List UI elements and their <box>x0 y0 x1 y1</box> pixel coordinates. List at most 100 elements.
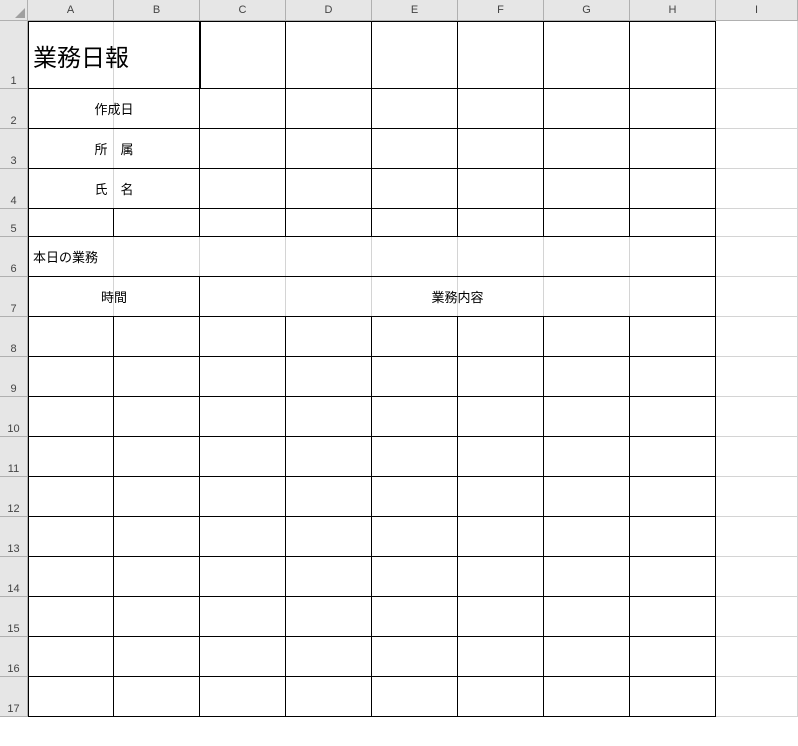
cell-blank-E2[interactable] <box>372 89 458 129</box>
cell-I15[interactable] <box>716 597 798 637</box>
select-all-corner[interactable] <box>0 0 28 21</box>
cell-E11[interactable] <box>372 437 458 477</box>
cell-F15[interactable] <box>458 597 544 637</box>
cell-I7[interactable] <box>716 277 798 317</box>
row-header-12[interactable]: 12 <box>0 477 28 517</box>
cell-header-time[interactable]: 時間 <box>28 277 200 317</box>
cell-F13[interactable] <box>458 517 544 557</box>
cell-G10[interactable] <box>544 397 630 437</box>
row-header-16[interactable]: 16 <box>0 637 28 677</box>
cell-C11[interactable] <box>200 437 286 477</box>
cell-G9[interactable] <box>544 357 630 397</box>
cell-blank-H2[interactable] <box>630 89 716 129</box>
cell-A11[interactable] <box>28 437 114 477</box>
row-header-1[interactable]: 1 <box>0 21 28 89</box>
row-header-8[interactable]: 8 <box>0 317 28 357</box>
cell-A12[interactable] <box>28 477 114 517</box>
cell-D12[interactable] <box>286 477 372 517</box>
cell-C13[interactable] <box>200 517 286 557</box>
cell-E10[interactable] <box>372 397 458 437</box>
cell-E5[interactable] <box>372 209 458 237</box>
cell-A5[interactable] <box>28 209 114 237</box>
cell-B16[interactable] <box>114 637 200 677</box>
cell-blank-G4[interactable] <box>544 169 630 209</box>
cell-I9[interactable] <box>716 357 798 397</box>
cell-label-1[interactable]: 作成日 <box>28 89 200 129</box>
column-header-A[interactable]: A <box>28 0 114 21</box>
cell-A10[interactable] <box>28 397 114 437</box>
row-header-4[interactable]: 4 <box>0 169 28 209</box>
cell-G5[interactable] <box>544 209 630 237</box>
row-header-11[interactable]: 11 <box>0 437 28 477</box>
row-header-9[interactable]: 9 <box>0 357 28 397</box>
cell-I4[interactable] <box>716 169 798 209</box>
cell-D17[interactable] <box>286 677 372 717</box>
cell-B12[interactable] <box>114 477 200 517</box>
cell-F17[interactable] <box>458 677 544 717</box>
cell-blank-C4[interactable] <box>200 169 286 209</box>
cell-F10[interactable] <box>458 397 544 437</box>
cell-H14[interactable] <box>630 557 716 597</box>
cell-H11[interactable] <box>630 437 716 477</box>
cell-C9[interactable] <box>200 357 286 397</box>
cell-blank-D4[interactable] <box>286 169 372 209</box>
cell-G8[interactable] <box>544 317 630 357</box>
cell-F11[interactable] <box>458 437 544 477</box>
cell-blank-E3[interactable] <box>372 129 458 169</box>
cell-E9[interactable] <box>372 357 458 397</box>
cell-blank-G3[interactable] <box>544 129 630 169</box>
cell-C15[interactable] <box>200 597 286 637</box>
cell-I13[interactable] <box>716 517 798 557</box>
cell-B5[interactable] <box>114 209 200 237</box>
cell-G12[interactable] <box>544 477 630 517</box>
row-header-17[interactable]: 17 <box>0 677 28 717</box>
cell-C5[interactable] <box>200 209 286 237</box>
column-header-F[interactable]: F <box>458 0 544 21</box>
cell-blank-F3[interactable] <box>458 129 544 169</box>
cell-blank-D3[interactable] <box>286 129 372 169</box>
cell-D5[interactable] <box>286 209 372 237</box>
cell-E14[interactable] <box>372 557 458 597</box>
cell-C8[interactable] <box>200 317 286 357</box>
cell-label-2[interactable]: 所 属 <box>28 129 200 169</box>
row-header-7[interactable]: 7 <box>0 277 28 317</box>
cell-blank-H3[interactable] <box>630 129 716 169</box>
cell-B10[interactable] <box>114 397 200 437</box>
cell-H8[interactable] <box>630 317 716 357</box>
cell-C10[interactable] <box>200 397 286 437</box>
cell-D13[interactable] <box>286 517 372 557</box>
cell-D14[interactable] <box>286 557 372 597</box>
cell-B15[interactable] <box>114 597 200 637</box>
cell-H16[interactable] <box>630 637 716 677</box>
row-header-14[interactable]: 14 <box>0 557 28 597</box>
cell-blank-D2[interactable] <box>286 89 372 129</box>
cell-B13[interactable] <box>114 517 200 557</box>
cell-G17[interactable] <box>544 677 630 717</box>
cell-F9[interactable] <box>458 357 544 397</box>
cell-blank-C3[interactable] <box>200 129 286 169</box>
cell-header-content[interactable]: 業務内容 <box>200 277 716 317</box>
cell-blank-C2[interactable] <box>200 89 286 129</box>
cell-F8[interactable] <box>458 317 544 357</box>
cell-A13[interactable] <box>28 517 114 557</box>
cell-D9[interactable] <box>286 357 372 397</box>
row-header-15[interactable]: 15 <box>0 597 28 637</box>
cell-B9[interactable] <box>114 357 200 397</box>
cell-blank-F4[interactable] <box>458 169 544 209</box>
row-header-5[interactable]: 5 <box>0 209 28 237</box>
cell-blank-G2[interactable] <box>544 89 630 129</box>
cell-C17[interactable] <box>200 677 286 717</box>
column-header-H[interactable]: H <box>630 0 716 21</box>
column-header-E[interactable]: E <box>372 0 458 21</box>
cell-D8[interactable] <box>286 317 372 357</box>
row-header-6[interactable]: 6 <box>0 237 28 277</box>
column-header-G[interactable]: G <box>544 0 630 21</box>
cell-D15[interactable] <box>286 597 372 637</box>
cell-I5[interactable] <box>716 209 798 237</box>
cell-G14[interactable] <box>544 557 630 597</box>
cell-r1-D[interactable] <box>286 21 372 89</box>
cell-G11[interactable] <box>544 437 630 477</box>
cell-I12[interactable] <box>716 477 798 517</box>
cell-blank-H4[interactable] <box>630 169 716 209</box>
cell-I8[interactable] <box>716 317 798 357</box>
